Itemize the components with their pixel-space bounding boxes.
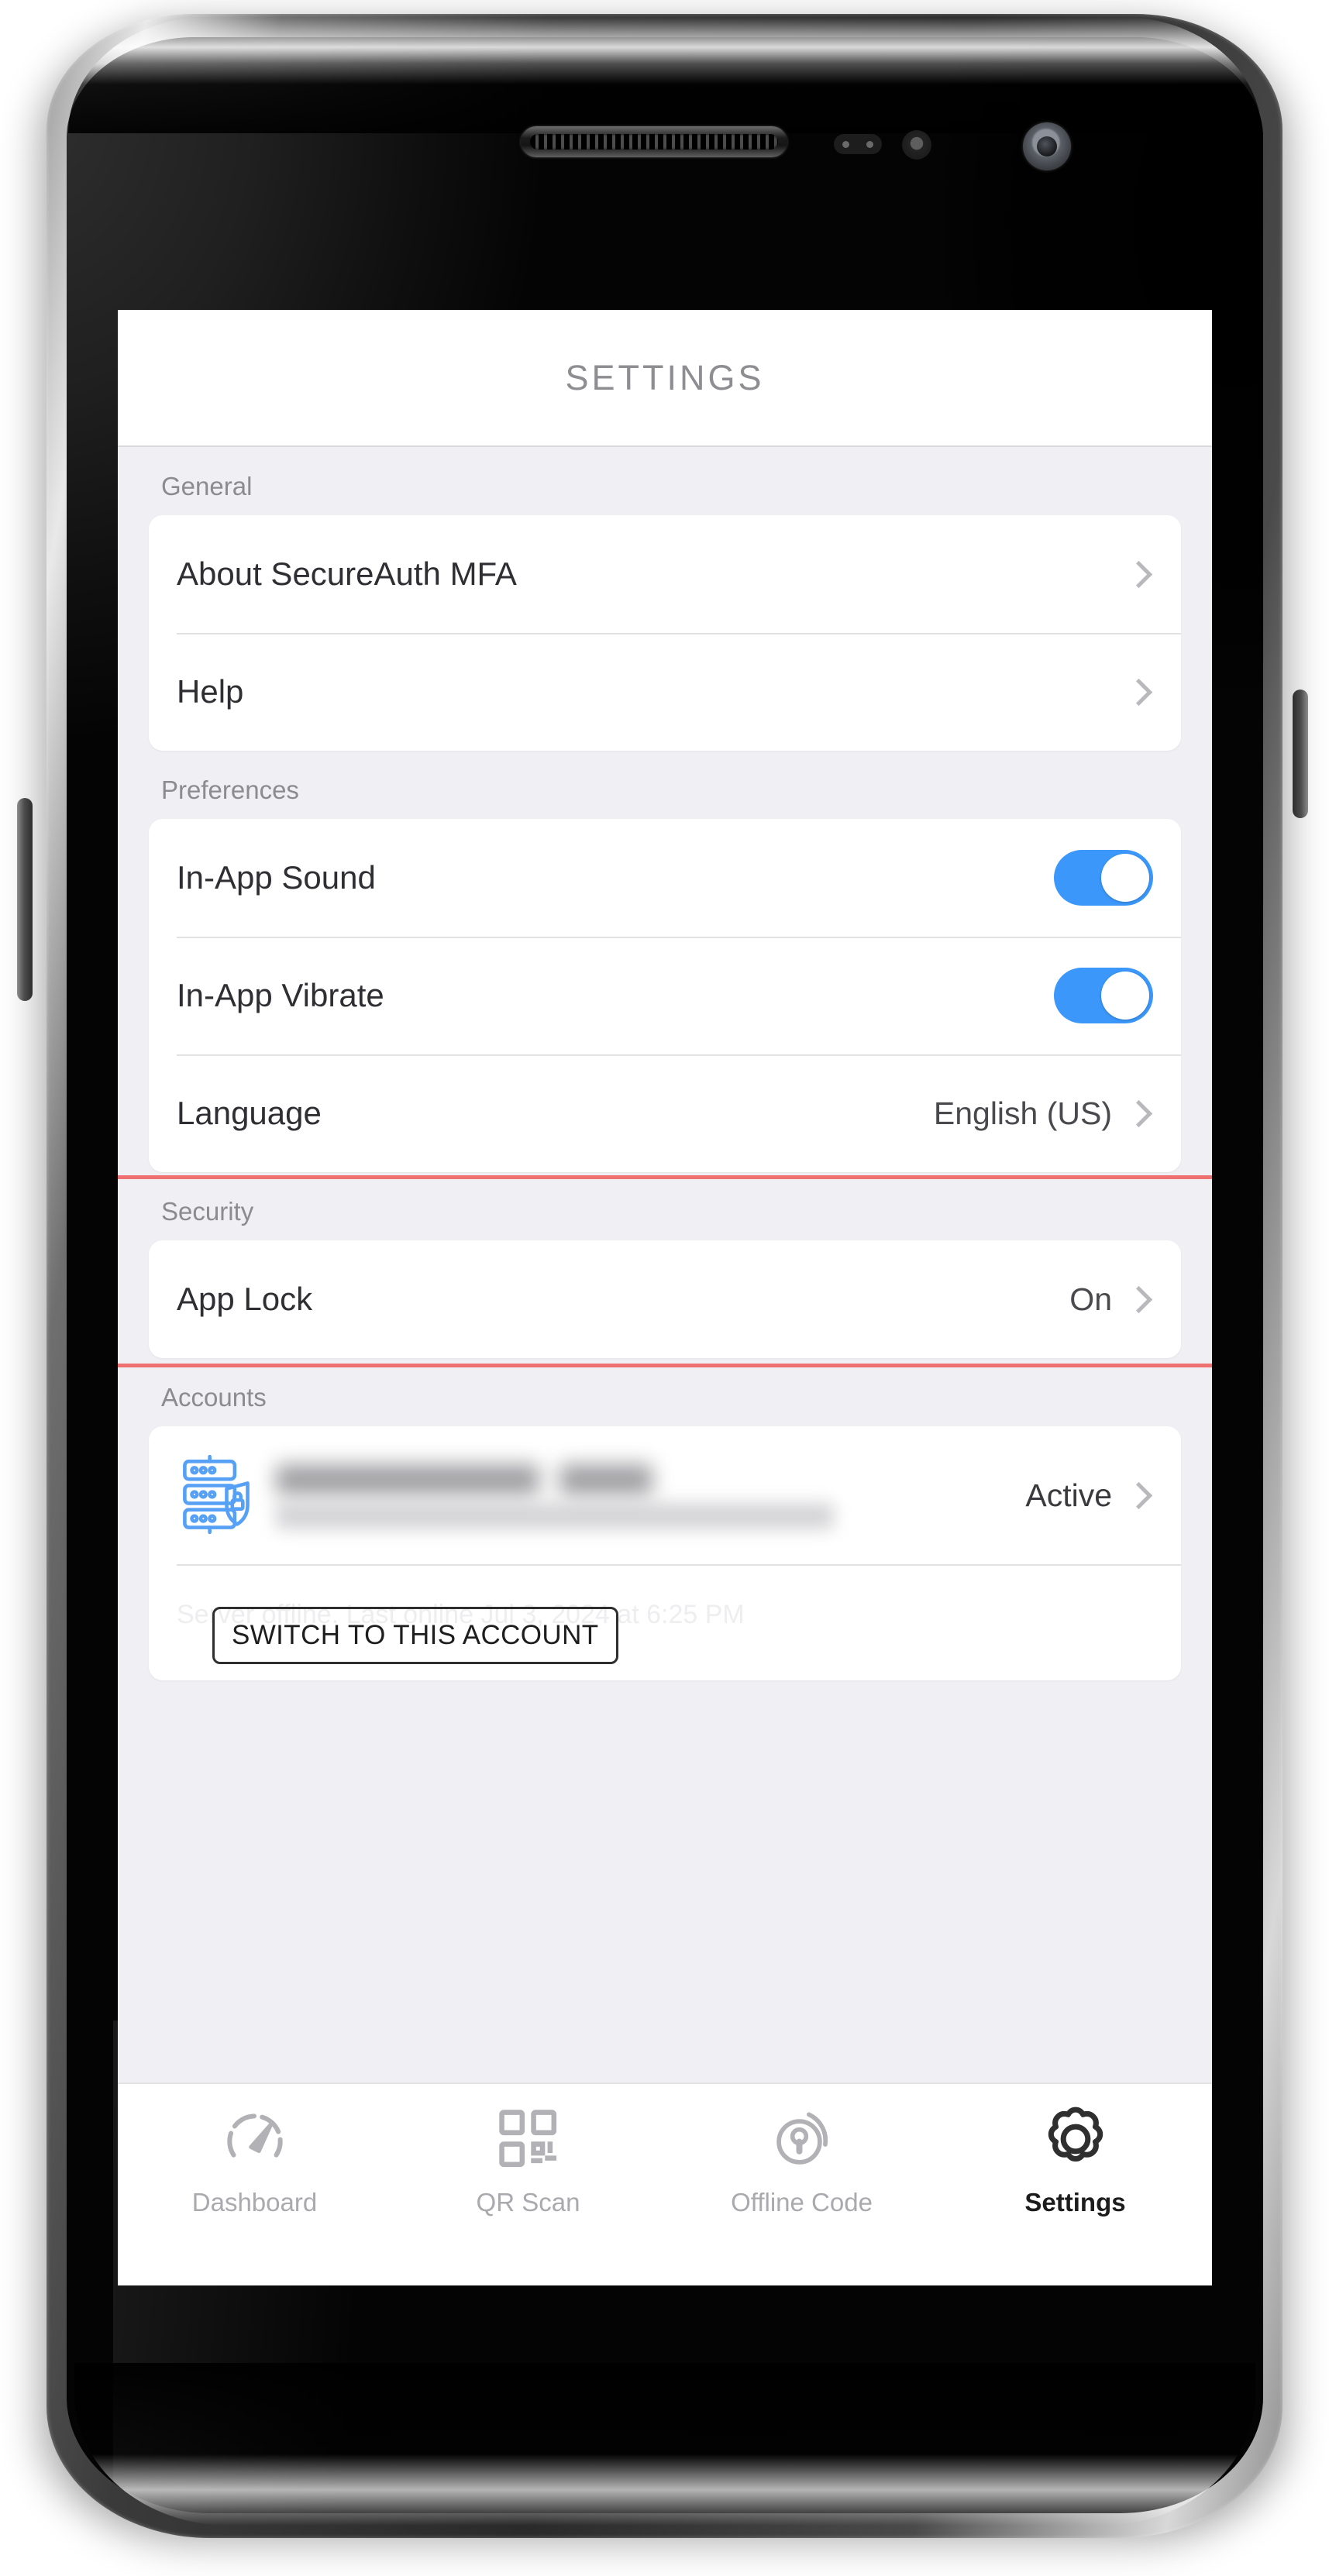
account-status-badge: Active — [1025, 1477, 1112, 1513]
section-security: Security App Lock On — [118, 1172, 1212, 1367]
proximity-sensor-pill — [834, 134, 882, 154]
row-label: App Lock — [177, 1281, 313, 1317]
qr-code-icon — [497, 2101, 560, 2177]
preferences-card: In-App Sound In-App Vibrate Language Eng… — [149, 819, 1181, 1172]
bottom-tab-bar: Dashboard QR Scan Offline Code Settings — [118, 2082, 1212, 2285]
gear-icon — [1042, 2101, 1110, 2177]
section-preferences: Preferences In-App Sound In-App Vibrate … — [118, 751, 1212, 1172]
toggle-knob — [1101, 854, 1149, 902]
section-accounts: Accounts Active Server offline. Last onl… — [118, 1358, 1212, 1680]
earpiece-speaker — [521, 126, 787, 157]
volume-button[interactable] — [17, 798, 33, 1001]
section-label-preferences: Preferences — [161, 776, 299, 804]
tab-qr-scan[interactable]: QR Scan — [391, 2101, 665, 2217]
chevron-right-icon — [1124, 560, 1153, 588]
section-label-general: General — [161, 472, 253, 500]
language-value: English (US) — [933, 1095, 1112, 1131]
security-card: App Lock On — [149, 1240, 1181, 1358]
row-account[interactable]: Active — [149, 1426, 1181, 1564]
accounts-card: Active Server offline. Last online Jul 3… — [149, 1426, 1181, 1680]
ambient-light-sensor — [902, 130, 931, 160]
server-lock-shield-icon — [177, 1454, 257, 1536]
section-label-security: Security — [161, 1197, 254, 1226]
redaction-blur — [276, 1503, 834, 1529]
row-language[interactable]: Language English (US) — [149, 1054, 1181, 1172]
settings-scroll-area[interactable]: General About SecureAuth MFA Help Prefer… — [118, 447, 1212, 2082]
tab-label: QR Scan — [476, 2188, 580, 2217]
chevron-right-icon — [1124, 1099, 1153, 1127]
row-label: In-App Vibrate — [177, 977, 384, 1013]
row-in-app-vibrate[interactable]: In-App Vibrate — [149, 937, 1181, 1054]
tab-label: Offline Code — [731, 2188, 873, 2217]
row-label: Help — [177, 673, 244, 710]
tab-label: Dashboard — [191, 2188, 318, 2217]
section-general: General About SecureAuth MFA Help — [118, 447, 1212, 751]
power-button[interactable] — [1293, 690, 1308, 818]
chevron-right-icon — [1124, 1285, 1153, 1313]
tab-settings[interactable]: Settings — [938, 2101, 1212, 2217]
row-in-app-sound[interactable]: In-App Sound — [149, 819, 1181, 937]
front-camera-icon — [1023, 122, 1071, 170]
phone-screen: SETTINGS General About SecureAuth MFA He… — [118, 310, 1212, 2285]
page-title: SETTINGS — [565, 357, 765, 397]
general-card: About SecureAuth MFA Help — [149, 515, 1181, 751]
redaction-blur — [276, 1464, 539, 1495]
chevron-right-icon — [1124, 678, 1153, 706]
tab-dashboard[interactable]: Dashboard — [118, 2101, 391, 2217]
earpiece-mesh — [530, 134, 778, 150]
row-label: In-App Sound — [177, 859, 376, 896]
row-label: Language — [177, 1095, 322, 1131]
section-label-accounts: Accounts — [161, 1383, 267, 1412]
chevron-right-icon — [1124, 1481, 1153, 1509]
row-about-secureauth-mfa[interactable]: About SecureAuth MFA — [149, 515, 1181, 633]
row-help[interactable]: Help — [149, 633, 1181, 751]
keyhole-rings-icon — [768, 2101, 836, 2177]
in-app-vibrate-toggle[interactable] — [1054, 968, 1153, 1023]
redaction-blur — [559, 1464, 652, 1495]
account-offline-row: Server offline. Last online Jul 3, 2024 … — [149, 1564, 1181, 1680]
row-app-lock[interactable]: App Lock On — [149, 1240, 1181, 1358]
toggle-knob — [1101, 972, 1149, 1020]
account-name-redacted — [276, 1460, 1017, 1531]
gauge-icon — [222, 2101, 288, 2177]
app-header: SETTINGS — [118, 310, 1212, 447]
in-app-sound-toggle[interactable] — [1054, 850, 1153, 906]
tab-offline-code[interactable]: Offline Code — [665, 2101, 938, 2217]
switch-to-this-account-button[interactable]: SWITCH TO THIS ACCOUNT — [212, 1607, 618, 1664]
app-lock-value: On — [1069, 1281, 1112, 1317]
tab-label: Settings — [1024, 2188, 1126, 2217]
row-label: About SecureAuth MFA — [177, 555, 517, 592]
